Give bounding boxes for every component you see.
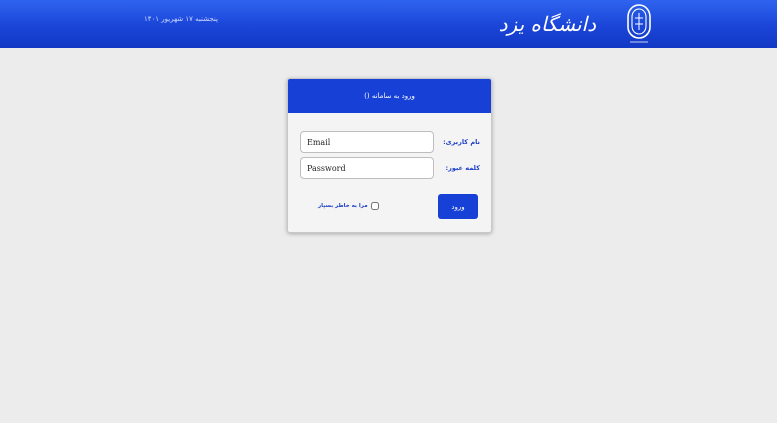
university-logo-text: دانشگاه یزد: [498, 12, 596, 36]
remember-me-label[interactable]: مرا به خاطر بسپار: [318, 203, 368, 209]
password-input[interactable]: [300, 157, 434, 179]
remember-me-checkbox[interactable]: [370, 202, 379, 210]
username-label: نام کاربری:: [443, 138, 480, 146]
username-input[interactable]: [300, 131, 434, 153]
site-header: پنجشنبه ۱۷ شهریور ۱۴۰۱ دانشگاه یزد: [0, 0, 777, 48]
header-date: پنجشنبه ۱۷ شهریور ۱۴۰۱: [144, 15, 218, 23]
remember-me[interactable]: مرا به خاطر بسپار: [318, 202, 379, 210]
login-title: ورود به سامانه (): [288, 79, 491, 113]
login-panel: ورود به سامانه () نام کاربری: کلمه عبور:…: [287, 78, 492, 233]
login-button[interactable]: ورود: [438, 194, 478, 219]
university-emblem-icon: [627, 4, 651, 43]
password-label: کلمه عبور:: [445, 164, 480, 172]
